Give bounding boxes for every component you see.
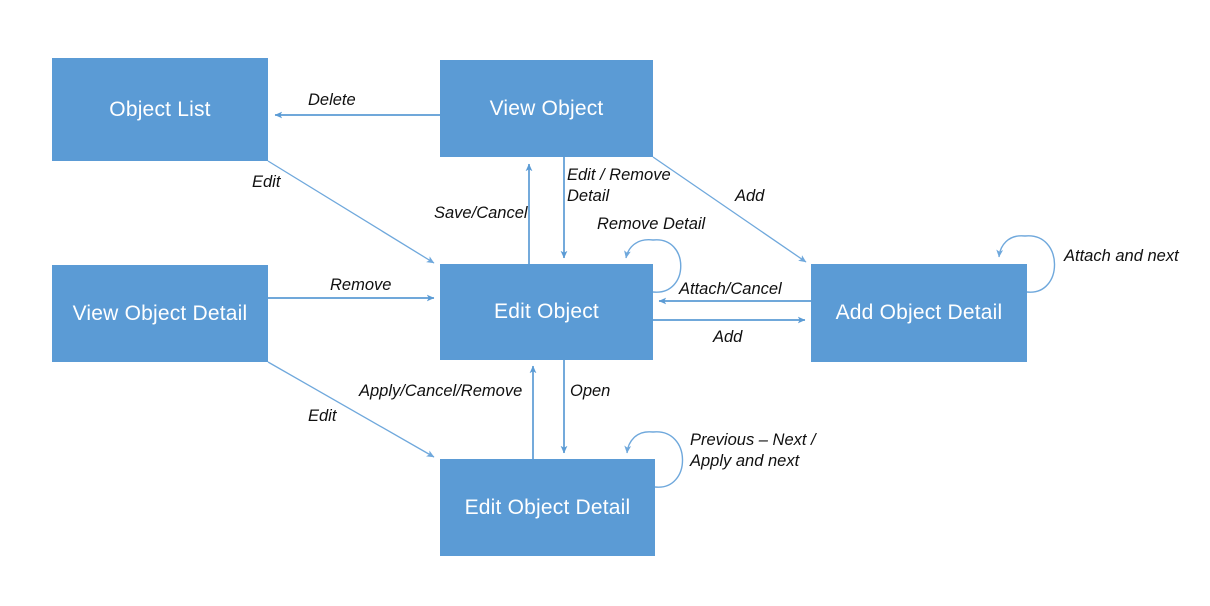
edge-label-edit-from-list: Edit — [252, 173, 281, 191]
edge-edit-detail-line — [267, 361, 435, 458]
edge-label-previous-next-apply: Previous – Next / Apply and next — [690, 431, 816, 471]
node-add-object-detail[interactable]: Add Object Detail — [811, 264, 1027, 362]
node-view-object[interactable]: View Object — [440, 60, 653, 157]
node-edit-object[interactable]: Edit Object — [440, 264, 653, 360]
edge-label-remove: Remove — [330, 276, 392, 294]
edge-edit-list-line — [267, 160, 435, 264]
edge-label-open: Open — [570, 382, 611, 400]
node-add-object-detail-label: Add Object Detail — [835, 301, 1003, 325]
node-view-object-label: View Object — [489, 96, 604, 120]
node-edit-object-detail-label: Edit Object Detail — [464, 495, 631, 519]
edge-label-save-cancel: Save/Cancel — [434, 204, 528, 222]
edge-label-attach-and-next: Attach and next — [1064, 247, 1179, 265]
edge-label-remove-detail-loop: Remove Detail — [597, 215, 706, 233]
node-view-object-detail-label: View Object Detail — [72, 301, 248, 325]
edge-label-apply-cancel-remove: Apply/Cancel/Remove — [359, 382, 523, 400]
edge-label-attach-cancel: Attach/Cancel — [679, 280, 782, 298]
node-edit-object-label: Edit Object — [494, 300, 599, 324]
edge-label-add-from-edit: Add — [713, 328, 743, 346]
edge-label-edit-to-detail: Edit — [308, 407, 337, 425]
state-diagram-canvas: Object List View Object View Object Deta… — [0, 0, 1210, 606]
node-object-list-label: Object List — [109, 97, 211, 121]
edge-label-delete: Delete — [308, 91, 356, 109]
edge-label-add-from-view: Add — [735, 187, 765, 205]
node-object-list[interactable]: Object List — [52, 58, 268, 161]
node-view-object-detail[interactable]: View Object Detail — [52, 265, 268, 362]
edge-label-edit-remove-detail: Edit / Remove Detail — [567, 166, 671, 206]
edge-add-view-line — [652, 156, 807, 263]
node-edit-object-detail[interactable]: Edit Object Detail — [440, 459, 655, 556]
